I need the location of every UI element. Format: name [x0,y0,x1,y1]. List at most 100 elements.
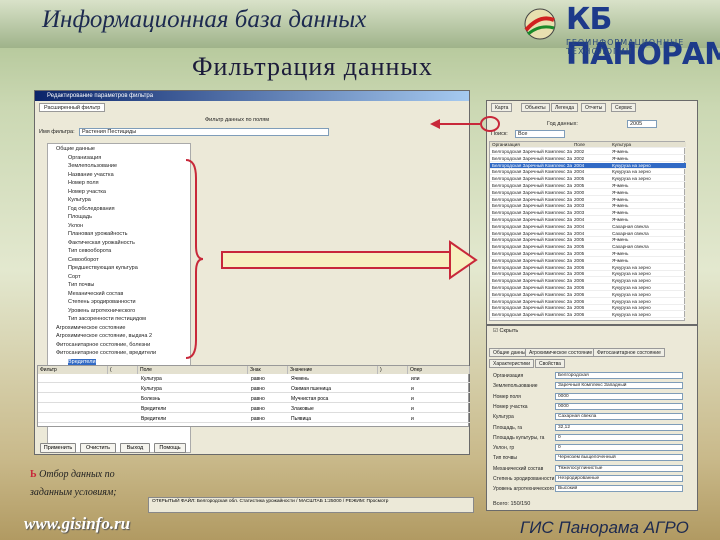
field-label: Площадь культуры, га [493,434,545,441]
tree-item[interactable]: Год обследования [68,206,115,212]
grid-row[interactable]: Белгородская Заречный Комплекс Западный2… [490,292,686,298]
apply-button[interactable]: Применить [40,443,76,453]
grid-row[interactable]: Белгородская Заречный Комплекс Западный2… [490,203,686,210]
grid-row[interactable]: Белгородская Заречный Комплекс Западный2… [490,258,686,264]
field-value[interactable]: Сахарная свекла [555,413,683,421]
grid-cell: Ячмень [612,196,629,202]
table-row[interactable]: Вредители равно Злаковые и [38,405,470,413]
table-row[interactable]: Вредители равно Пьявица и [38,415,470,423]
grid-row[interactable]: Белгородская Заречный Комплекс Западный2… [490,224,686,230]
grid-cell: 2006 [574,264,585,270]
grid-row[interactable]: Белгородская Заречный Комплекс Западный2… [490,210,686,217]
tab-details[interactable]: Агрохимическое состояние [525,348,597,357]
field-value[interactable]: 0000 [555,392,683,400]
field-value[interactable]: Высокий [555,485,683,493]
table-cell: Вредители [141,406,167,412]
year-input[interactable]: 2005 [627,120,657,128]
tree-item[interactable]: Фитосанитарное состояние, вредители [56,350,156,356]
grid-row[interactable]: Белгородская Заречный Комплекс Западный2… [490,156,686,162]
conditions-table[interactable]: Фильтр(Поле Знак Значение) Опер Культура равн… [37,365,470,427]
panorama-logo-icon [524,8,556,40]
grid-row[interactable]: Белгородская Заречный Комплекс Западный2… [490,312,686,319]
objects-grid[interactable]: Организация Поле Культура Белгородская Заре… [489,141,686,321]
objects-window: Карта Объекты Легенда Отчеты Сервис Год данн… [486,100,698,325]
grid-row[interactable]: Белгородская Заречный Комплекс Западный2… [490,278,686,285]
tree-item[interactable]: Механический состав [68,291,123,297]
grid-row[interactable]: Белгородская Заречный Комплекс Западный2… [490,217,686,223]
grid-row[interactable]: Белгородская Заречный Комплекс Западный2… [490,271,686,278]
field-label: Землепользование [493,383,538,390]
table-row[interactable]: Культура равно Озимая пшеница и [38,385,470,393]
tree-item[interactable]: Общие данные [56,146,95,152]
field-value[interactable]: 0 [555,433,683,441]
tree-item[interactable]: Агрохимическое состояние, выдача 2 [56,333,152,339]
tree-item[interactable]: Сорт [68,274,81,280]
grid-row[interactable]: Белгородская Заречный Комплекс Западный2… [490,285,686,291]
tab-objects[interactable]: Отчеты [581,103,607,112]
field-value[interactable]: Неэродированные [555,475,683,482]
grid-row[interactable]: Белгородская Заречный Комплекс Западный2… [490,190,686,196]
website-url[interactable]: www.gisinfo.ru [24,514,130,534]
table-row[interactable]: Культура равно Ячмень или [38,375,470,383]
exit-button[interactable]: Выход [120,443,150,453]
grid-row[interactable]: Белгородская Заречный Комплекс Западный2… [490,231,686,237]
field-value[interactable]: Чернозем выщелоченный [555,454,683,462]
help-button[interactable]: Помощь [154,443,186,453]
grid-row[interactable]: Белгородская Заречный Комплекс Западный2… [490,149,686,155]
field-value[interactable]: 0000 [555,402,683,410]
tree-item[interactable]: Тип почвы [68,282,94,288]
tab-details[interactable]: Фитосанитарное состояние [593,348,665,357]
tree-item[interactable]: Степень эродированности [68,299,136,305]
tree-item[interactable]: Площадь [68,214,92,220]
tree-item[interactable]: Предшествующая культура [68,265,138,271]
field-value[interactable]: 32,12 [555,423,683,431]
grid-row[interactable]: Белгородская Заречный Комплекс Западный2… [490,251,686,257]
subtab-details[interactable]: Свойства [535,359,565,368]
clear-button[interactable]: Очистить [80,443,116,453]
field-value[interactable]: 0 [555,444,683,452]
tree-item[interactable]: Номер поля [68,180,99,186]
tree-item[interactable]: Фитосанитарное состояние, болезни [56,342,150,348]
field-value[interactable]: Заречный Комплекс Западный [555,382,683,390]
tree-item[interactable]: Вредители [68,358,96,365]
grid-cell: Ячмень [612,203,629,209]
filter-name-input[interactable]: Растения Пестициды [79,128,329,136]
subtab-details[interactable]: Характеристики [489,359,535,368]
field-value[interactable]: Белгородская [555,372,683,379]
grid-cell: 2006 [574,312,585,318]
tree-item[interactable]: Севооборот [68,257,99,263]
grid-row[interactable]: Белгородская Заречный Комплекс Западный2… [490,176,686,183]
grid-row[interactable]: Белгородская Заречный Комплекс Западный2… [490,237,686,244]
grid-row[interactable]: Белгородская Заречный Комплекс Западный2… [490,265,686,271]
grid-row[interactable]: Белгородская Заречный Комплекс Западный2… [490,169,686,176]
tab-objects[interactable]: Объекты [521,103,550,112]
hide-checkbox[interactable]: ☑ Скрыть [493,328,518,334]
tree-item[interactable]: Землепользование [68,163,117,169]
tree-item[interactable]: Плановая урожайность [68,231,128,237]
tree-item[interactable]: Уклон [68,223,83,229]
grid-row[interactable]: Белгородская Заречный Комплекс Западный2… [490,299,686,305]
table-row[interactable]: Болезнь равно Мучнистая роса и [38,395,470,403]
field-value[interactable]: Тяжелосуглинистые [555,464,683,472]
grid-row[interactable]: Белгородская Заречный Комплекс Западный2… [490,183,686,189]
tree-item[interactable]: Фактическая урожайность [68,240,135,246]
grid-row[interactable]: Белгородская Заречный Комплекс Западный2… [490,162,686,169]
tab-objects[interactable]: Карта [491,103,513,112]
tree-item[interactable]: Тип севооборота [68,248,111,254]
tree-item[interactable]: Организация [68,155,101,161]
tab-extended-filter[interactable]: Расширенный фильтр [39,103,106,112]
grid-row[interactable]: Белгородская Заречный Комплекс Западный2… [490,244,686,251]
tree-item[interactable]: Номер участка [68,189,106,195]
grid-row[interactable]: Белгородская Заречный Комплекс Западный2… [490,305,686,312]
grid-cell: 2006 [574,305,585,311]
tab-objects[interactable]: Сервис [611,103,637,112]
tree-item[interactable]: Культура [68,197,91,203]
period-label: Год данных: [547,121,578,127]
grid-row[interactable]: Белгородская Заречный Комплекс Западный2… [490,197,686,203]
tree-item[interactable]: Агрохимическое состояние [56,325,125,331]
tab-objects[interactable]: Легенда [551,103,579,112]
tree-item[interactable]: Уровень агротехнического [68,308,135,314]
search-input[interactable]: Все [515,130,565,138]
tree-item[interactable]: Название участка [68,172,114,178]
tree-item[interactable]: Тип засоренности пестицидом [68,316,146,322]
